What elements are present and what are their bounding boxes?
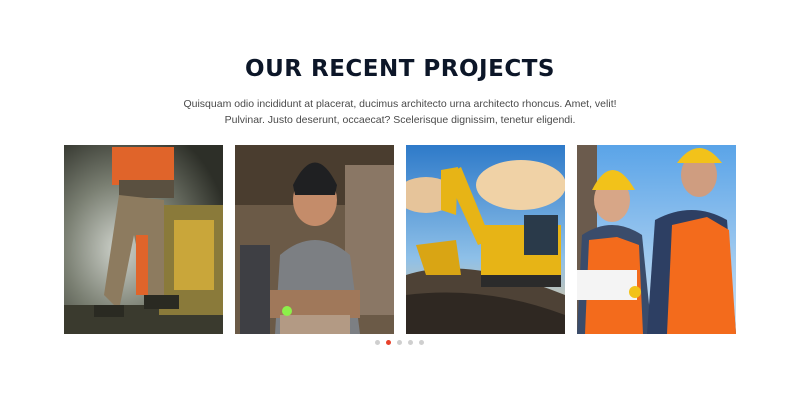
carousel-dot-5[interactable] [419, 340, 424, 345]
carousel-dot-2[interactable] [386, 340, 391, 345]
project-gallery [64, 145, 736, 334]
project-card-3[interactable] [406, 145, 565, 334]
welder-image [235, 145, 394, 334]
worker-cutting-image [64, 145, 223, 334]
carousel-pagination [375, 340, 424, 346]
project-card-2[interactable] [235, 145, 394, 334]
section-title: OUR RECENT PROJECTS [245, 56, 555, 82]
carousel-dot-1[interactable] [375, 340, 380, 345]
engineers-image [577, 145, 736, 334]
section-description: Quisquam odio incididunt at placerat, du… [183, 98, 617, 126]
excavator-image [406, 145, 565, 334]
recent-projects-section: OUR RECENT PROJECTS Quisquam odio incidi… [0, 0, 800, 411]
project-card-4[interactable] [577, 145, 736, 334]
carousel-dot-3[interactable] [397, 340, 402, 345]
carousel-dot-4[interactable] [408, 340, 413, 345]
project-card-1[interactable] [64, 145, 223, 334]
